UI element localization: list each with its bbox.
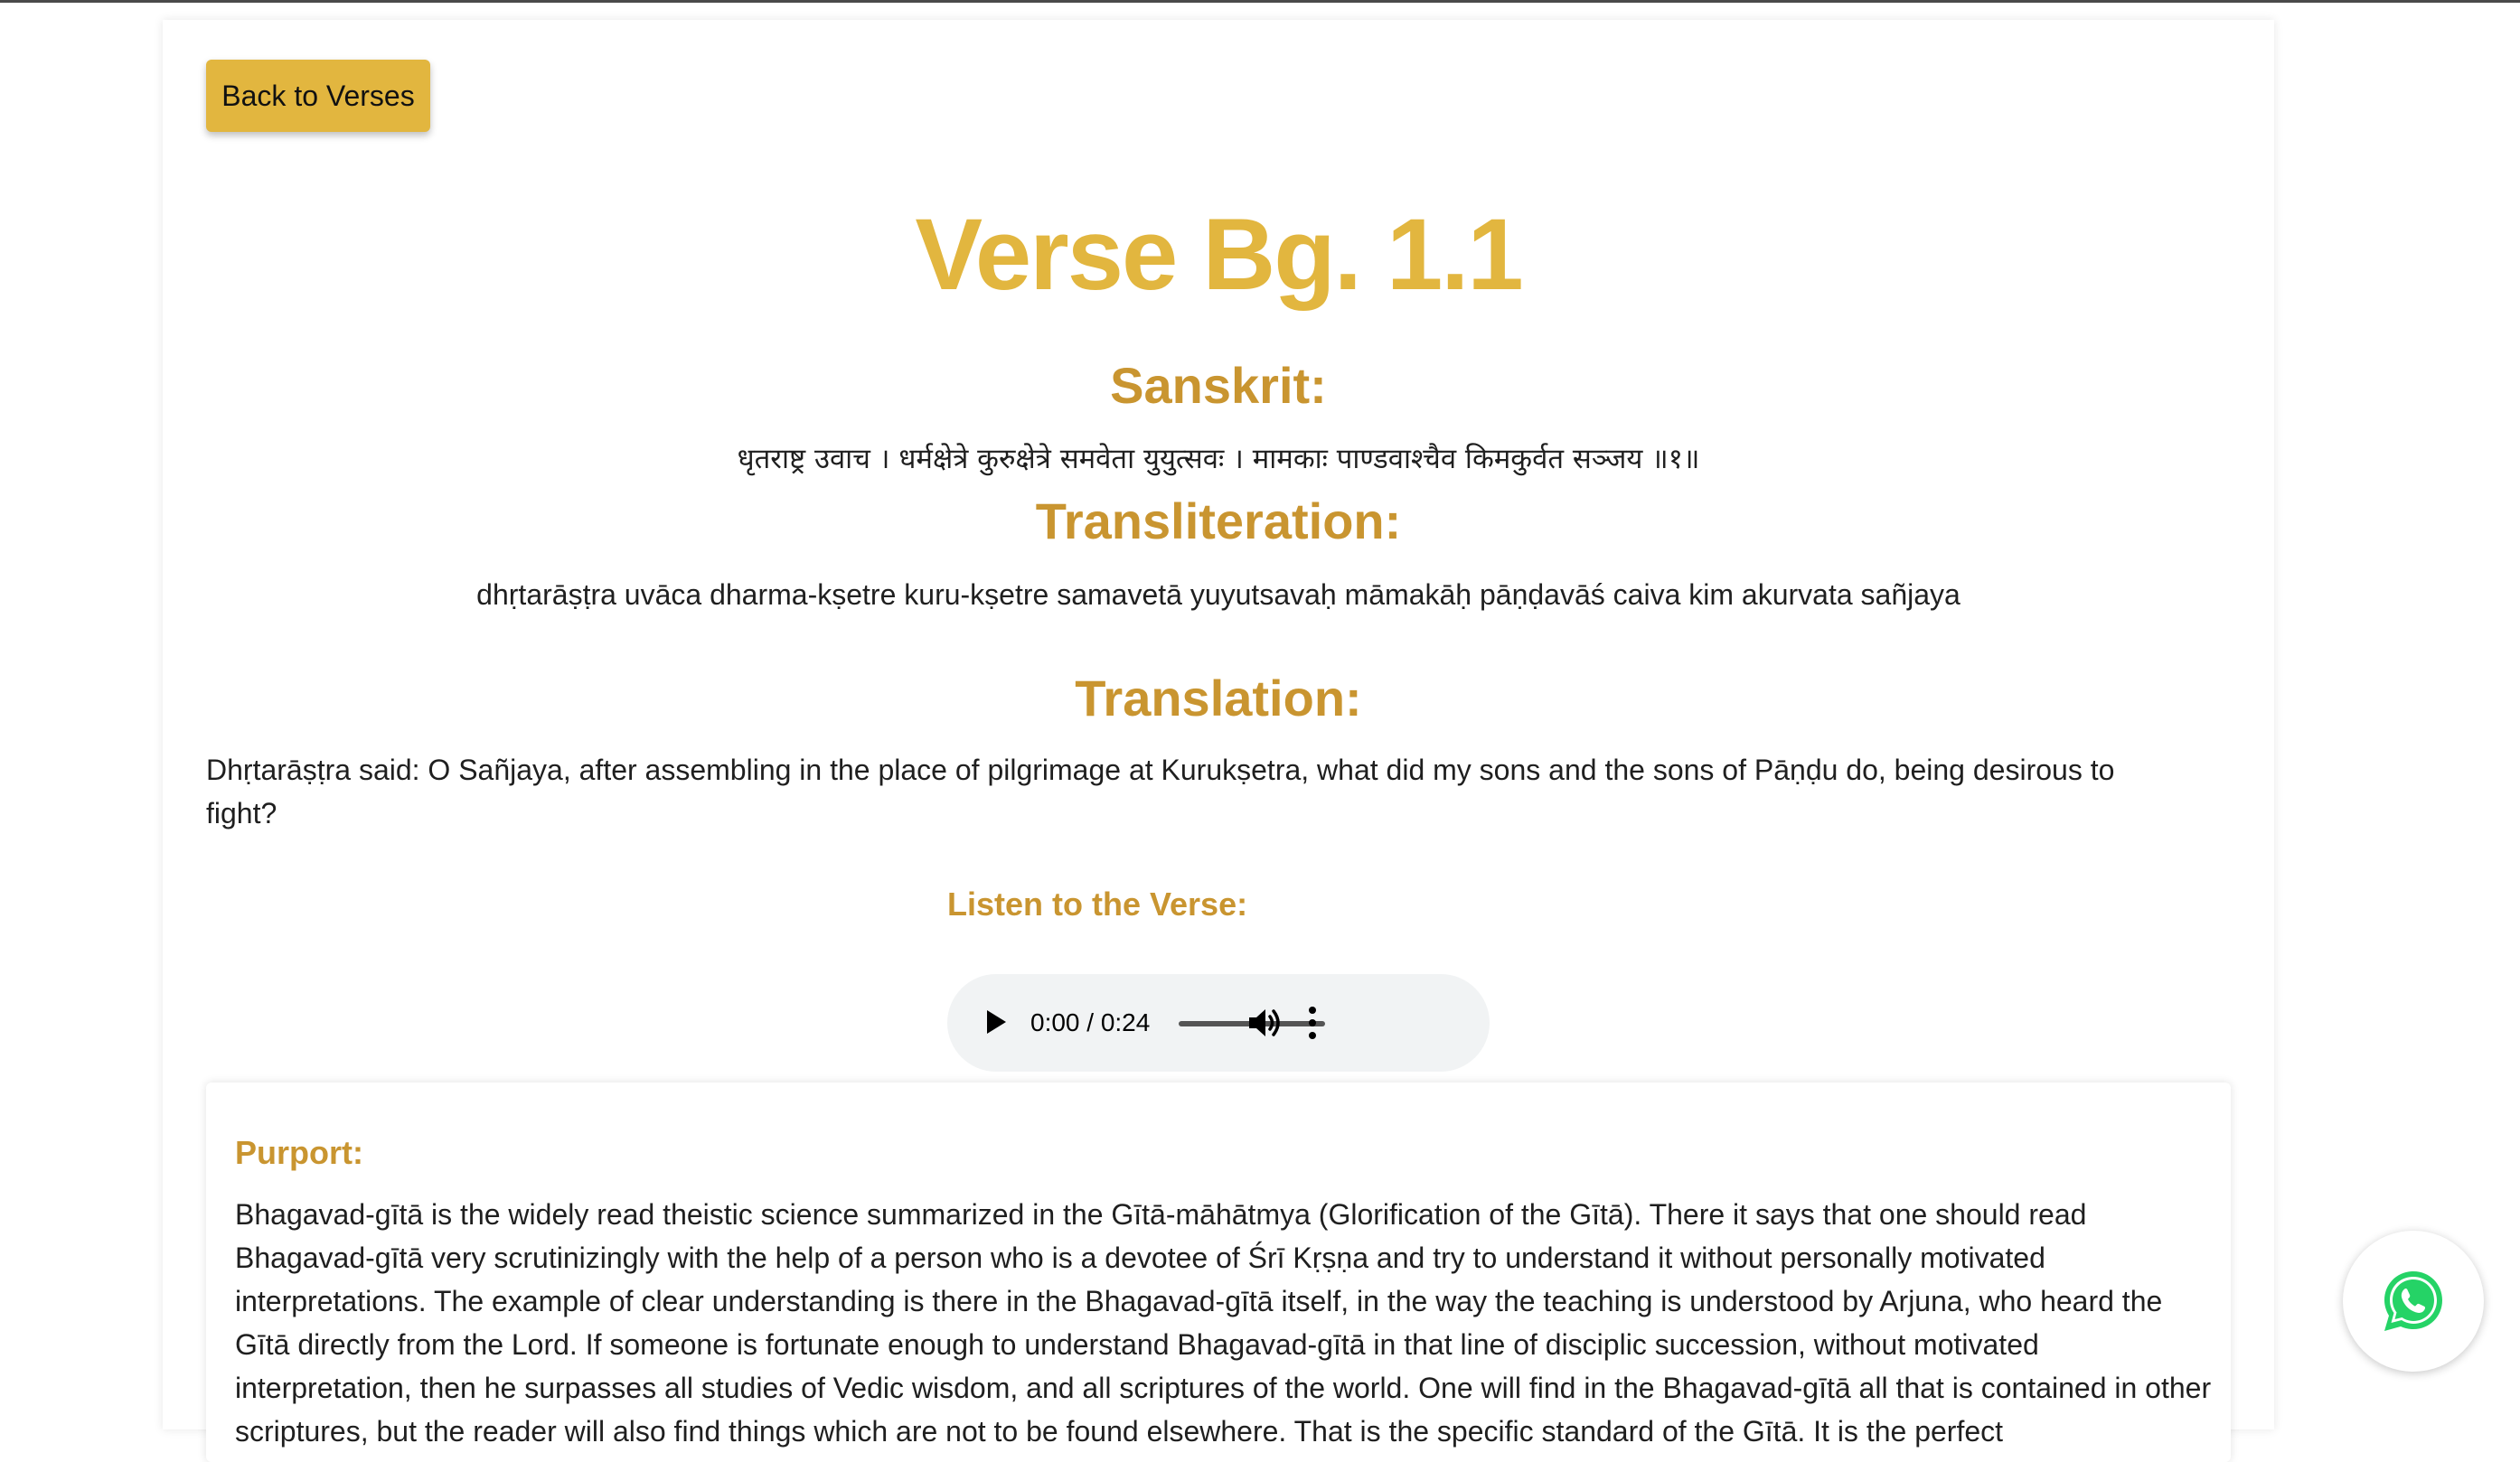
transliteration-heading: Transliteration: — [1035, 492, 1402, 549]
translation-heading: Translation: — [1075, 670, 1362, 726]
volume-icon[interactable] — [1247, 1007, 1284, 1039]
whatsapp-button[interactable] — [2343, 1231, 2484, 1372]
play-icon[interactable] — [987, 1010, 1006, 1034]
purport-box: Purport: Bhagavad-gītā is the widely rea… — [206, 1082, 2231, 1462]
sanskrit-heading: Sanskrit: — [1110, 357, 1327, 414]
transliteration-text: dhṛtarāṣṭra uvāca dharma-kṣetre kuru-kṣe… — [476, 578, 1961, 611]
translation-text: Dhṛtarāṣṭra said: O Sañjaya, after assem… — [206, 754, 2115, 829]
whatsapp-icon — [2384, 1271, 2442, 1331]
audio-time: 0:00 / 0:24 — [1030, 1008, 1151, 1036]
listen-heading: Listen to the Verse: — [947, 886, 1248, 923]
audio-player[interactable]: 0:00 / 0:24 — [947, 974, 1490, 1072]
sanskrit-text: धृतराष्ट्र उवाच । धर्मक्षेत्रे कुरुक्षेत… — [737, 443, 1700, 475]
back-to-verses-button[interactable]: Back to Verses — [206, 60, 430, 132]
purport-heading: Purport: — [235, 1134, 363, 1171]
top-rule — [0, 0, 2520, 3]
more-options-icon[interactable] — [1307, 1005, 1318, 1041]
purport-text: Bhagavad-gītā is the widely read theisti… — [235, 1198, 2212, 1448]
verse-title: Verse Bg. 1.1 — [915, 198, 1523, 311]
verse-card: Back to Verses Verse Bg. 1.1 Sanskrit: ध… — [163, 20, 2274, 1462]
